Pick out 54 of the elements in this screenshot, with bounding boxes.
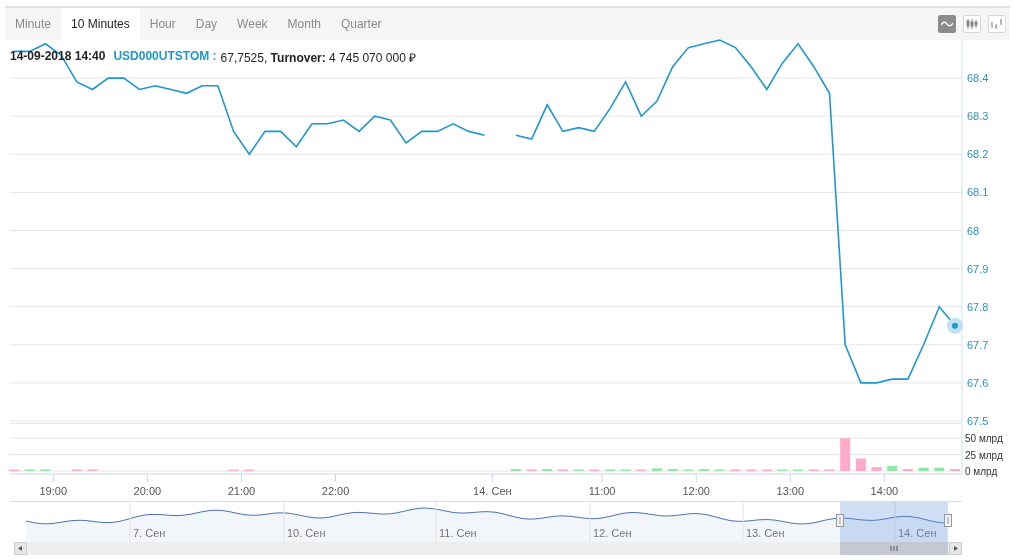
volume-bar bbox=[887, 465, 898, 471]
interval-tab[interactable]: Minute bbox=[5, 8, 62, 40]
date-label: 12. Сен bbox=[593, 527, 632, 539]
date-label: 7. Сен bbox=[133, 527, 166, 539]
axis-label: 0 млрд bbox=[965, 466, 998, 477]
range-handle[interactable] bbox=[836, 514, 844, 527]
interval-tab[interactable]: Quarter bbox=[330, 8, 392, 40]
axis-label: 67.8 bbox=[967, 300, 989, 313]
axis-label: 21:00 bbox=[227, 485, 256, 497]
interval-tab[interactable]: Day bbox=[185, 8, 228, 40]
axis-label: 22:00 bbox=[321, 485, 350, 497]
volume-bar bbox=[918, 467, 929, 471]
axis-label: 68.3 bbox=[967, 110, 989, 123]
scrollbar-thumb[interactable] bbox=[840, 542, 948, 555]
date-label: 10. Сен bbox=[287, 527, 326, 539]
date-label: 13. Сен bbox=[746, 527, 785, 539]
axis-label: 67.5 bbox=[967, 415, 989, 427]
axis-label: 68.2 bbox=[967, 148, 989, 161]
axis-label: 67.7 bbox=[967, 338, 989, 351]
volume-bar bbox=[855, 458, 866, 471]
axis-label: 20:00 bbox=[133, 485, 162, 497]
axis-label: 68.1 bbox=[967, 186, 989, 199]
interval-tab[interactable]: 10 Minutes bbox=[61, 8, 140, 40]
scroll-left-button[interactable] bbox=[14, 542, 27, 555]
candlestick-icon bbox=[966, 19, 978, 29]
tooltip-values: 67,7525, Turnover: 4 745 070 000 ₽ bbox=[220, 50, 417, 66]
axis-label: 68 bbox=[967, 224, 980, 237]
interval-tab[interactable]: Month bbox=[277, 8, 331, 40]
hover-point-marker bbox=[946, 317, 963, 334]
volume-bar bbox=[652, 468, 662, 471]
date-label: 14. Сен bbox=[898, 527, 937, 539]
axis-label: 67.6 bbox=[967, 376, 989, 389]
volume-bar bbox=[840, 438, 851, 471]
axis-label: 25 млрд bbox=[965, 449, 1003, 461]
axis-label: 11:00 bbox=[588, 485, 616, 497]
axis-label: 14:00 bbox=[870, 485, 899, 497]
tooltip-symbol: USD000UTSTOM : bbox=[113, 49, 217, 65]
line-chart-icon bbox=[941, 20, 953, 28]
interval-tab[interactable]: Hour bbox=[139, 8, 186, 40]
range-handle[interactable] bbox=[944, 514, 952, 527]
interval-tab[interactable]: Week bbox=[227, 8, 278, 40]
volume-bar bbox=[871, 467, 882, 471]
axis-label: 14. Сен bbox=[473, 485, 512, 497]
scroll-right-button[interactable] bbox=[949, 542, 962, 555]
chart-type-button[interactable] bbox=[938, 15, 956, 33]
volume-bar bbox=[934, 467, 945, 471]
axis-label: 19:00 bbox=[39, 485, 68, 497]
axis-label: 13:00 bbox=[776, 485, 805, 497]
ohlc-bars-icon bbox=[991, 19, 1003, 29]
axis-label: 12:00 bbox=[682, 485, 710, 497]
axis-label: 67.9 bbox=[967, 262, 989, 275]
axis-label: 50 млрд bbox=[965, 433, 1003, 445]
date-label: 11. Сен bbox=[439, 527, 477, 539]
axis-label: 68.4 bbox=[967, 72, 989, 85]
